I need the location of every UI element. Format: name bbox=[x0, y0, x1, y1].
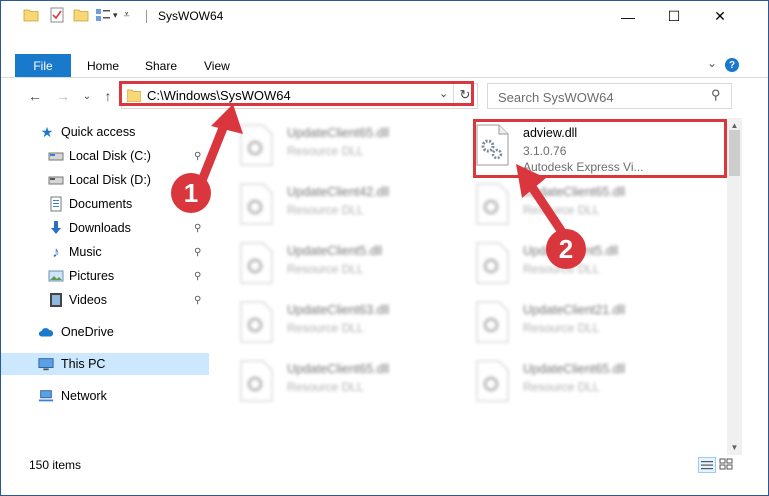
file-item[interactable]: UpdateClient65.dll Resource DLL bbox=[229, 358, 439, 406]
dll-file-icon bbox=[476, 301, 509, 343]
file-item[interactable]: UpdateClient5.dll Resource DLL bbox=[229, 240, 439, 288]
dll-file-icon bbox=[240, 360, 273, 402]
videos-icon bbox=[50, 293, 62, 307]
item-count: 150 items bbox=[29, 458, 82, 472]
properties-icon[interactable] bbox=[49, 7, 65, 23]
ribbon-expand-icon[interactable]: ⌄ bbox=[707, 56, 717, 70]
sidebar-item-label: Network bbox=[61, 389, 107, 403]
tab-file[interactable]: File bbox=[15, 54, 71, 77]
sidebar-item-label: Documents bbox=[69, 197, 133, 211]
pictures-icon bbox=[48, 270, 64, 282]
star-icon: ★ bbox=[40, 123, 54, 140]
sidebar-item-local-disk-c[interactable]: Local Disk (C:) ⚲ bbox=[1, 145, 209, 167]
documents-icon bbox=[50, 196, 62, 212]
dll-file-icon bbox=[476, 242, 509, 284]
pin-icon: ⚲ bbox=[194, 222, 202, 234]
sidebar-item-network[interactable]: Network bbox=[1, 385, 209, 407]
download-icon bbox=[51, 221, 61, 234]
sidebar-item-videos[interactable]: Videos ⚲ bbox=[1, 289, 209, 311]
title-separator bbox=[146, 10, 147, 23]
sidebar-item-label: Quick access bbox=[61, 125, 136, 139]
search-icon[interactable]: ⚲ bbox=[711, 87, 721, 103]
sidebar-item-label: Videos bbox=[69, 293, 107, 307]
dll-file-icon bbox=[240, 242, 273, 284]
sidebar-item-label: OneDrive bbox=[61, 325, 114, 339]
sidebar-item-pictures[interactable]: Pictures ⚲ bbox=[1, 265, 209, 287]
scroll-down-icon[interactable]: ▼ bbox=[727, 440, 742, 455]
view-options-icon[interactable] bbox=[95, 7, 111, 23]
dll-file-icon bbox=[476, 183, 509, 225]
file-item[interactable]: UpdateClient21.dll Resource DLL bbox=[465, 299, 675, 347]
file-name: UpdateClient65.dll bbox=[287, 126, 390, 140]
file-item[interactable]: UpdateClient63.dll Resource DLL bbox=[229, 299, 439, 347]
music-icon: ♪ bbox=[52, 243, 60, 261]
title-bar: ▾ ⩡ SysWOW64 — ☐ ✕ bbox=[1, 1, 768, 32]
scroll-thumb[interactable] bbox=[729, 130, 740, 176]
drive-icon bbox=[48, 176, 64, 185]
sidebar-item-downloads[interactable]: Downloads ⚲ bbox=[1, 217, 209, 239]
maximize-button[interactable]: ☐ bbox=[651, 1, 697, 32]
sidebar-item-label: Pictures bbox=[69, 269, 115, 283]
pin-icon: ⚲ bbox=[194, 294, 202, 306]
minimize-button[interactable]: — bbox=[605, 1, 651, 32]
file-type: Resource DLL bbox=[287, 144, 364, 158]
callout-badge-2: 2 bbox=[546, 229, 586, 269]
file-type: Resource DLL bbox=[287, 380, 364, 394]
back-button[interactable]: ← bbox=[25, 86, 45, 106]
file-type: Resource DLL bbox=[523, 321, 600, 335]
sidebar-item-label: Downloads bbox=[69, 221, 131, 235]
qa-dropdown-icon[interactable]: ▾ bbox=[113, 10, 118, 21]
sidebar-item-label: Local Disk (D:) bbox=[69, 173, 151, 187]
file-type: Resource DLL bbox=[287, 203, 364, 217]
dll-file-icon bbox=[240, 301, 273, 343]
file-item[interactable]: UpdateClient65.dll Resource DLL bbox=[465, 358, 675, 406]
vertical-scrollbar[interactable]: ▲ ▼ bbox=[727, 118, 742, 455]
explorer-window: ▾ ⩡ SysWOW64 — ☐ ✕ File Home Share View … bbox=[0, 0, 769, 496]
file-name: UpdateClient65.dll bbox=[523, 362, 626, 376]
file-name: UpdateClient65.dll bbox=[287, 362, 390, 376]
sidebar-item-label: Music bbox=[69, 245, 102, 259]
file-type: Resource DLL bbox=[523, 380, 600, 394]
new-folder-icon[interactable] bbox=[73, 7, 89, 23]
file-name: UpdateClient21.dll bbox=[523, 303, 626, 317]
recent-locations-button[interactable]: ⌄ bbox=[77, 86, 97, 106]
folder-icon[interactable] bbox=[23, 7, 39, 23]
computer-icon bbox=[38, 358, 54, 371]
sidebar-item-label: Local Disk (C:) bbox=[69, 149, 151, 163]
search-box[interactable]: ⚲ bbox=[487, 83, 732, 109]
tab-view[interactable]: View bbox=[204, 59, 230, 73]
drive-icon bbox=[48, 152, 64, 161]
file-name: UpdateClient42.dll bbox=[287, 185, 390, 199]
qa-customize-icon[interactable]: ⩡ bbox=[124, 9, 130, 22]
quick-access-toolbar: ▾ ⩡ bbox=[23, 7, 130, 23]
sidebar-item-this-pc[interactable]: This PC bbox=[1, 353, 209, 375]
details-view-icon[interactable] bbox=[698, 457, 716, 473]
cloud-icon bbox=[38, 328, 54, 337]
up-button[interactable]: ↑ bbox=[98, 86, 118, 106]
sidebar-item-label: This PC bbox=[61, 357, 106, 371]
search-input[interactable] bbox=[496, 87, 705, 107]
forward-button[interactable]: → bbox=[53, 86, 73, 106]
tab-share[interactable]: Share bbox=[145, 59, 177, 73]
window-title: SysWOW64 bbox=[158, 9, 224, 23]
file-name: UpdateClient63.dll bbox=[287, 303, 390, 317]
sidebar-item-quick-access[interactable]: ★ Quick access bbox=[1, 121, 209, 143]
tab-home[interactable]: Home bbox=[87, 59, 119, 73]
help-icon[interactable]: ? bbox=[725, 58, 739, 72]
large-icons-view-icon[interactable] bbox=[718, 457, 734, 471]
pin-icon: ⚲ bbox=[194, 270, 202, 282]
network-icon bbox=[38, 390, 54, 402]
dll-file-icon bbox=[476, 360, 509, 402]
sidebar-item-onedrive[interactable]: OneDrive bbox=[1, 321, 209, 343]
callout-badge-1: 1 bbox=[171, 173, 211, 213]
file-type: Resource DLL bbox=[287, 321, 364, 335]
close-button[interactable]: ✕ bbox=[697, 1, 743, 32]
address-highlight-box bbox=[119, 81, 474, 106]
file-type: Resource DLL bbox=[287, 262, 364, 276]
pin-icon: ⚲ bbox=[194, 246, 202, 258]
file-name: UpdateClient5.dll bbox=[287, 244, 383, 258]
sidebar-item-music[interactable]: ♪ Music ⚲ bbox=[1, 241, 209, 263]
